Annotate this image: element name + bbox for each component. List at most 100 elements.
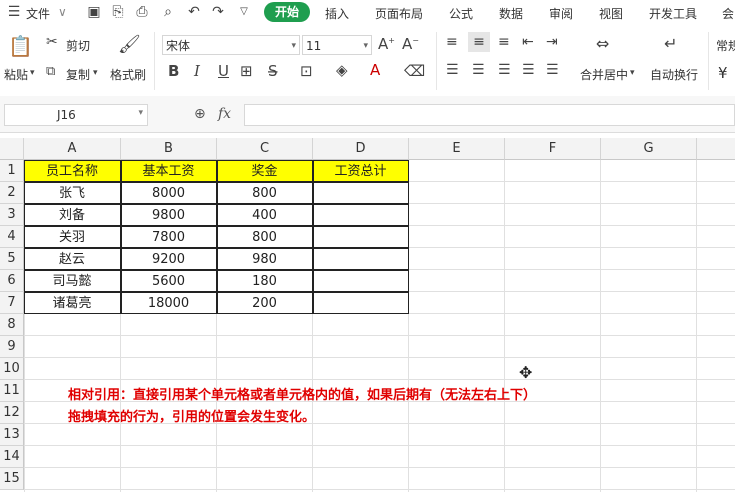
- tab-page-layout[interactable]: 页面布局: [375, 5, 423, 22]
- paste-icon[interactable]: 📋: [8, 34, 33, 58]
- spreadsheet-grid[interactable]: A B C D E F G 1 2 3 4 5 6 7 8 9 10 11 12…: [0, 138, 735, 492]
- merge-center-icon[interactable]: ⇔: [596, 34, 609, 53]
- row-header-4[interactable]: 4: [0, 226, 24, 248]
- table-cell[interactable]: 9200: [120, 247, 217, 270]
- table-cell[interactable]: 800: [216, 225, 313, 248]
- table-cell[interactable]: 800: [216, 181, 313, 204]
- table-cell[interactable]: 张飞: [23, 181, 121, 204]
- wrap-text-icon[interactable]: ↵: [664, 34, 677, 53]
- merge-dropdown-icon[interactable]: ▾: [630, 68, 635, 78]
- formula-input[interactable]: [244, 104, 735, 126]
- select-all-corner[interactable]: [0, 138, 24, 160]
- chevron-down-icon[interactable]: ∨: [58, 5, 67, 19]
- strikethrough-icon[interactable]: S̶: [268, 62, 278, 80]
- print-icon[interactable]: ⎙: [134, 4, 150, 20]
- number-format-select[interactable]: 常规: [716, 37, 735, 54]
- scissors-icon[interactable]: ✂: [46, 34, 58, 50]
- font-name-select[interactable]: 宋体 ▾: [162, 35, 300, 55]
- file-menu[interactable]: 文件: [26, 5, 50, 22]
- tab-formulas[interactable]: 公式: [449, 5, 473, 22]
- justify-icon[interactable]: ☰: [522, 62, 535, 78]
- cut-button[interactable]: 剪切: [66, 37, 90, 54]
- row-header-12[interactable]: 12: [0, 402, 24, 424]
- column-header-e[interactable]: E: [409, 138, 505, 160]
- undo-icon[interactable]: ↶: [186, 4, 202, 20]
- row-header-2[interactable]: 2: [0, 182, 24, 204]
- table-cell[interactable]: 司马懿: [23, 269, 121, 292]
- table-header-cell[interactable]: 奖金: [216, 159, 313, 182]
- align-center-icon[interactable]: ☰: [472, 62, 485, 78]
- align-middle-icon[interactable]: ≡: [468, 32, 490, 52]
- row-header-6[interactable]: 6: [0, 270, 24, 292]
- currency-button[interactable]: ¥: [718, 64, 728, 82]
- border-icon[interactable]: ⊞: [240, 62, 253, 80]
- table-cell[interactable]: 8000: [120, 181, 217, 204]
- wrap-text-button[interactable]: 自动换行: [650, 66, 698, 83]
- merge-center-button[interactable]: 合并居中: [580, 66, 628, 83]
- align-bottom-icon[interactable]: ≡: [498, 34, 510, 50]
- redo-icon[interactable]: ↷: [210, 4, 226, 20]
- paste-dropdown-icon[interactable]: ▾: [30, 68, 35, 78]
- format-painter-button[interactable]: 格式刷: [110, 66, 146, 83]
- table-cell[interactable]: 18000: [120, 291, 217, 314]
- tab-insert[interactable]: 插入: [325, 5, 349, 22]
- table-cell[interactable]: [312, 225, 409, 248]
- row-header-15[interactable]: 15: [0, 468, 24, 490]
- tab-review[interactable]: 审阅: [549, 5, 573, 22]
- tab-developer[interactable]: 开发工具: [649, 5, 697, 22]
- function-icon[interactable]: fx: [218, 106, 231, 122]
- table-header-cell[interactable]: 基本工资: [120, 159, 217, 182]
- tab-home[interactable]: 开始: [264, 2, 310, 22]
- row-header-11[interactable]: 11: [0, 380, 24, 402]
- column-header-c[interactable]: C: [217, 138, 313, 160]
- column-header-a[interactable]: A: [24, 138, 121, 160]
- row-header-9[interactable]: 9: [0, 336, 24, 358]
- customize-dropdown-icon[interactable]: ▽: [236, 4, 252, 20]
- table-cell[interactable]: [312, 203, 409, 226]
- export-icon[interactable]: ⎘: [110, 4, 126, 20]
- underline-icon[interactable]: U: [218, 62, 229, 80]
- copy-button[interactable]: 复制: [66, 66, 90, 83]
- zoom-search-icon[interactable]: ⊕: [194, 106, 206, 122]
- table-cell[interactable]: 9800: [120, 203, 217, 226]
- table-header-cell[interactable]: 工资总计: [312, 159, 409, 182]
- table-cell[interactable]: 200: [216, 291, 313, 314]
- table-cell[interactable]: 诸葛亮: [23, 291, 121, 314]
- font-size-select[interactable]: 11 ▾: [302, 35, 372, 55]
- tab-view[interactable]: 视图: [599, 5, 623, 22]
- table-cell[interactable]: 180: [216, 269, 313, 292]
- fill-style-icon[interactable]: ⊡: [300, 62, 313, 80]
- row-header-10[interactable]: 10: [0, 358, 24, 380]
- table-cell[interactable]: 7800: [120, 225, 217, 248]
- table-header-cell[interactable]: 员工名称: [23, 159, 121, 182]
- italic-icon[interactable]: I: [194, 62, 200, 80]
- row-header-5[interactable]: 5: [0, 248, 24, 270]
- clear-format-icon[interactable]: ⌫: [404, 62, 425, 80]
- table-cell[interactable]: [312, 269, 409, 292]
- table-cell[interactable]: 400: [216, 203, 313, 226]
- table-cell[interactable]: [312, 291, 409, 314]
- row-header-14[interactable]: 14: [0, 446, 24, 468]
- distributed-icon[interactable]: ☰: [546, 62, 559, 78]
- paste-button[interactable]: 粘贴: [4, 66, 28, 83]
- table-cell[interactable]: 980: [216, 247, 313, 270]
- copy-icon[interactable]: ⧉: [46, 64, 55, 79]
- row-header-13[interactable]: 13: [0, 424, 24, 446]
- column-header-f[interactable]: F: [505, 138, 601, 160]
- row-header-1[interactable]: 1: [0, 160, 24, 182]
- hamburger-menu-icon[interactable]: ☰: [6, 4, 22, 20]
- column-header-g[interactable]: G: [601, 138, 697, 160]
- increase-indent-icon[interactable]: ⇥: [546, 34, 558, 50]
- table-cell[interactable]: 赵云: [23, 247, 121, 270]
- align-left-icon[interactable]: ☰: [446, 62, 459, 78]
- increase-font-icon[interactable]: A+: [378, 35, 395, 53]
- print-preview-icon[interactable]: ⌕: [160, 4, 176, 20]
- row-header-7[interactable]: 7: [0, 292, 24, 314]
- table-cell[interactable]: 5600: [120, 269, 217, 292]
- column-header-b[interactable]: B: [121, 138, 217, 160]
- font-color-icon[interactable]: A: [370, 61, 380, 79]
- decrease-font-icon[interactable]: A−: [402, 35, 419, 53]
- fill-color-icon[interactable]: ◈: [336, 61, 348, 79]
- table-cell[interactable]: [312, 247, 409, 270]
- column-header-h[interactable]: [697, 138, 735, 160]
